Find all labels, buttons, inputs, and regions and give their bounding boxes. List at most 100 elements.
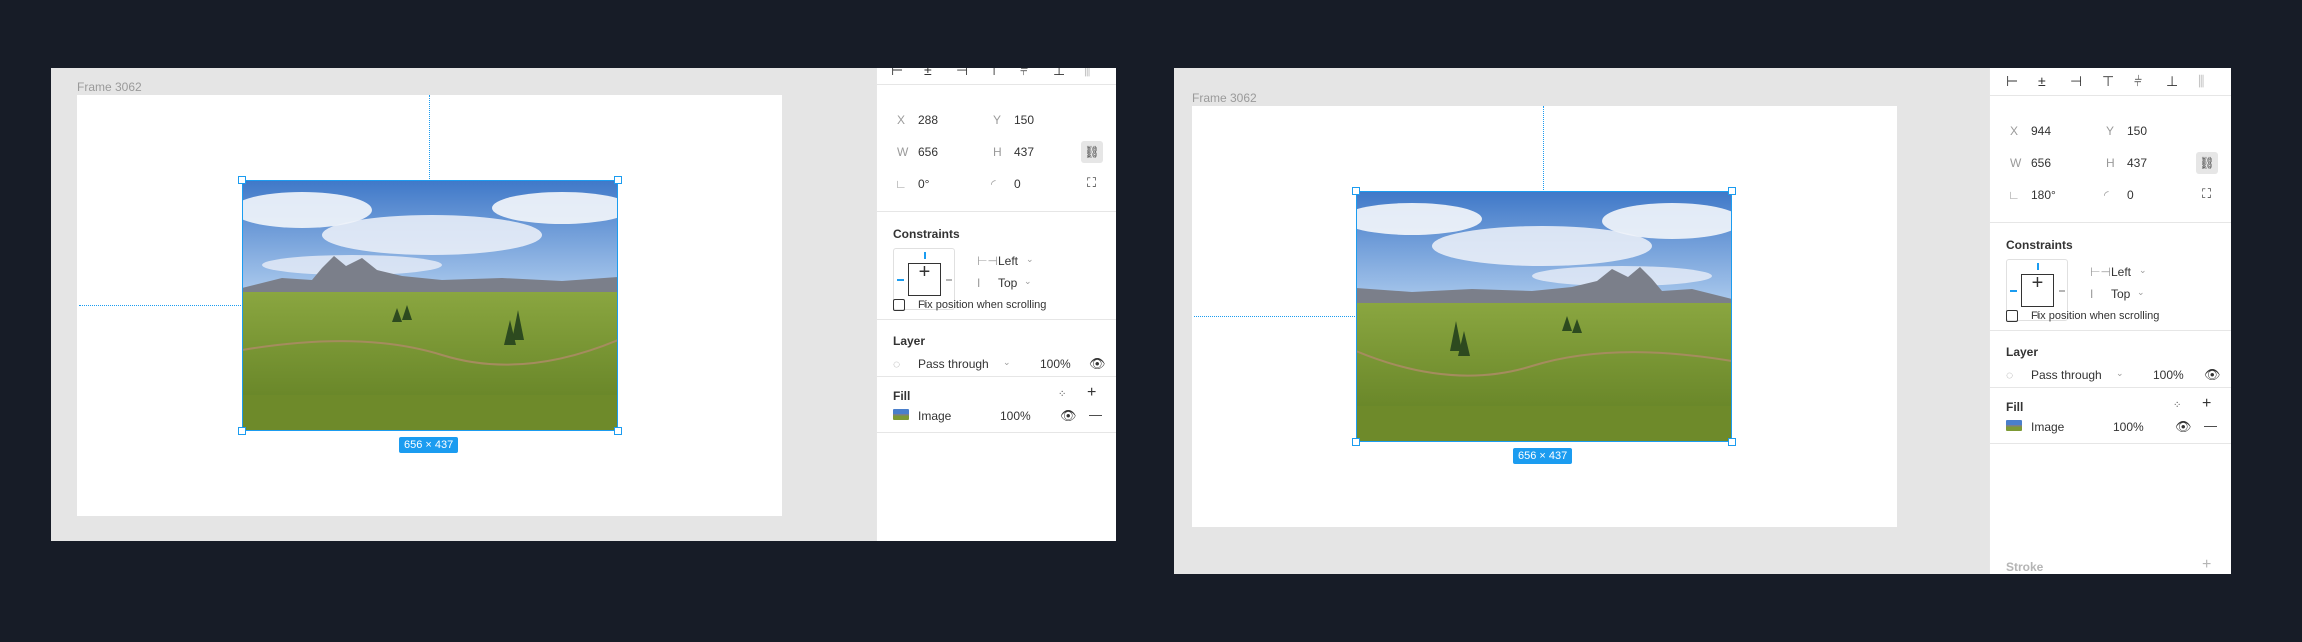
fill-type-label[interactable]: Image xyxy=(2031,420,2064,434)
constrain-proportions-icon[interactable]: ⛓ xyxy=(1081,141,1103,163)
plus-icon[interactable]: + xyxy=(1087,385,1096,401)
align-bottom-icon[interactable]: ⊥ xyxy=(1053,68,1065,79)
frame-label[interactable]: Frame 3062 xyxy=(1192,91,1257,105)
vertical-constraint-select[interactable]: Top xyxy=(2111,287,2130,301)
properties-panel: ⊢ ± ⊣ ⊤ ⫩ ⊥ ⫼ X 288 Y 150 W 656 H 437 ⛓ … xyxy=(876,68,1116,541)
align-right-icon[interactable]: ⊣ xyxy=(956,68,968,79)
resize-handle-top-left[interactable] xyxy=(238,176,246,184)
layer-opacity-input[interactable]: 100% xyxy=(1040,357,1071,371)
horizontal-constraint-select[interactable]: Left xyxy=(998,254,1018,268)
selection-bounds[interactable] xyxy=(242,180,618,431)
eye-icon[interactable]: 👁 xyxy=(1060,409,1077,422)
blend-mode-select[interactable]: Pass through xyxy=(918,357,989,371)
minus-icon[interactable]: — xyxy=(1089,408,1102,421)
styles-grid-icon[interactable]: ⁘ xyxy=(2173,399,2181,412)
fill-type-label[interactable]: Image xyxy=(918,409,951,423)
align-middle-icon[interactable]: ⫩ xyxy=(1020,68,1028,79)
align-middle-icon[interactable]: ⫩ xyxy=(2134,73,2142,90)
rotation-input[interactable]: 180° xyxy=(2031,188,2056,202)
fix-position-checkbox[interactable] xyxy=(893,299,905,311)
align-right-icon[interactable]: ⊣ xyxy=(2070,73,2082,90)
resize-handle-top-right[interactable] xyxy=(614,176,622,184)
fill-heading: Fill xyxy=(2006,400,2024,414)
x-input[interactable]: 944 xyxy=(2031,124,2051,138)
vertical-constraint-icon: I xyxy=(2090,287,2094,301)
vertical-spacing-guide xyxy=(1543,106,1544,192)
constrain-proportions-icon[interactable]: ⛓ xyxy=(2196,152,2218,174)
rotation-input[interactable]: 0° xyxy=(918,177,929,191)
align-bottom-icon[interactable]: ⊥ xyxy=(2166,73,2178,90)
eye-icon[interactable]: 👁 xyxy=(2175,420,2192,433)
divider xyxy=(877,211,1116,212)
independent-corners-icon[interactable]: ⛶ xyxy=(1087,176,1096,189)
fix-position-label: Fix position when scrolling xyxy=(2031,310,2160,322)
x-label: X xyxy=(2010,124,2019,138)
height-input[interactable]: 437 xyxy=(2127,156,2147,170)
align-toolbar: ⊢ ± ⊣ ⊤ ⫩ ⊥ ⫼ xyxy=(877,68,1116,80)
frame-label[interactable]: Frame 3062 xyxy=(77,80,142,94)
eye-icon[interactable]: 👁 xyxy=(1089,357,1106,370)
width-input[interactable]: 656 xyxy=(2031,156,2051,170)
align-left-icon[interactable]: ⊢ xyxy=(891,68,903,79)
vertical-spacing-guide xyxy=(429,95,430,181)
horizontal-constraint-icon: ⊢⊣ xyxy=(2090,265,2111,279)
align-center-h-icon[interactable]: ± xyxy=(924,68,932,78)
rotation-icon: ∟ xyxy=(2008,188,2020,202)
minus-icon[interactable]: — xyxy=(2204,419,2217,432)
plus-icon[interactable]: + xyxy=(2202,396,2211,412)
vertical-constraint-icon: I xyxy=(977,276,981,290)
align-left-icon[interactable]: ⊢ xyxy=(2006,73,2018,90)
h-label: H xyxy=(2106,156,2115,170)
corner-radius-input[interactable]: 0 xyxy=(2127,188,2134,202)
resize-handle-bottom-right[interactable] xyxy=(1728,438,1736,446)
horizontal-constraint-select[interactable]: Left xyxy=(2111,265,2131,279)
divider xyxy=(1990,95,2231,96)
editor-view-2: Frame 3062 656 × 437 ⊢ ± ⊣ ⊤ ⫩ ⊥ ⫼ X 944… xyxy=(1174,68,2231,574)
blend-icon: ◌ xyxy=(2006,368,2014,382)
width-input[interactable]: 656 xyxy=(918,145,938,159)
fix-position-checkbox[interactable] xyxy=(2006,310,2018,322)
selection-bounds[interactable] xyxy=(1356,191,1732,442)
resize-handle-bottom-left[interactable] xyxy=(238,427,246,435)
corner-radius-icon: ◜ xyxy=(991,177,996,191)
align-top-icon[interactable]: ⊤ xyxy=(2102,73,2114,90)
w-label: W xyxy=(897,145,909,159)
resize-handle-bottom-right[interactable] xyxy=(614,427,622,435)
image-swatch[interactable] xyxy=(893,409,909,420)
fill-opacity-input[interactable]: 100% xyxy=(2113,420,2144,434)
chevron-down-icon: ⌄ xyxy=(1024,276,1032,286)
layer-opacity-input[interactable]: 100% xyxy=(2153,368,2184,382)
blend-mode-select[interactable]: Pass through xyxy=(2031,368,2102,382)
eye-icon[interactable]: 👁 xyxy=(2204,368,2221,381)
align-top-icon[interactable]: ⊤ xyxy=(988,68,1000,79)
resize-handle-bottom-left[interactable] xyxy=(1352,438,1360,446)
constraints-heading: Constraints xyxy=(893,227,960,241)
resize-handle-top-left[interactable] xyxy=(1352,187,1360,195)
styles-grid-icon[interactable]: ⁘ xyxy=(1058,388,1066,401)
editor-view-1: Frame 3062 656 × 437 ⊢ ± ⊣ ⊤ ⫩ ⊥ ⫼ X 288… xyxy=(51,68,1116,541)
plus-icon[interactable]: + xyxy=(2202,557,2211,573)
distribute-icon[interactable]: ⫼ xyxy=(2198,73,2204,90)
y-input[interactable]: 150 xyxy=(1014,113,1034,127)
divider xyxy=(877,432,1116,433)
resize-handle-top-right[interactable] xyxy=(1728,187,1736,195)
corner-radius-icon: ◜ xyxy=(2104,188,2109,202)
height-input[interactable]: 437 xyxy=(1014,145,1034,159)
corner-radius-input[interactable]: 0 xyxy=(1014,177,1021,191)
x-label: X xyxy=(897,113,906,127)
y-input[interactable]: 150 xyxy=(2127,124,2147,138)
divider xyxy=(1990,222,2231,223)
distribute-icon[interactable]: ⫼ xyxy=(1084,68,1090,79)
chevron-down-icon: ⌄ xyxy=(2139,265,2147,275)
h-label: H xyxy=(993,145,1002,159)
align-center-h-icon[interactable]: ± xyxy=(2038,73,2046,89)
independent-corners-icon[interactable]: ⛶ xyxy=(2202,187,2211,200)
fill-opacity-input[interactable]: 100% xyxy=(1000,409,1031,423)
vertical-constraint-select[interactable]: Top xyxy=(998,276,1017,290)
chevron-down-icon: ⌄ xyxy=(1026,254,1034,264)
size-badge: 656 × 437 xyxy=(1513,448,1573,464)
blend-icon: ◌ xyxy=(893,357,901,371)
image-swatch[interactable] xyxy=(2006,420,2022,431)
x-input[interactable]: 288 xyxy=(918,113,938,127)
rotation-icon: ∟ xyxy=(895,177,907,191)
